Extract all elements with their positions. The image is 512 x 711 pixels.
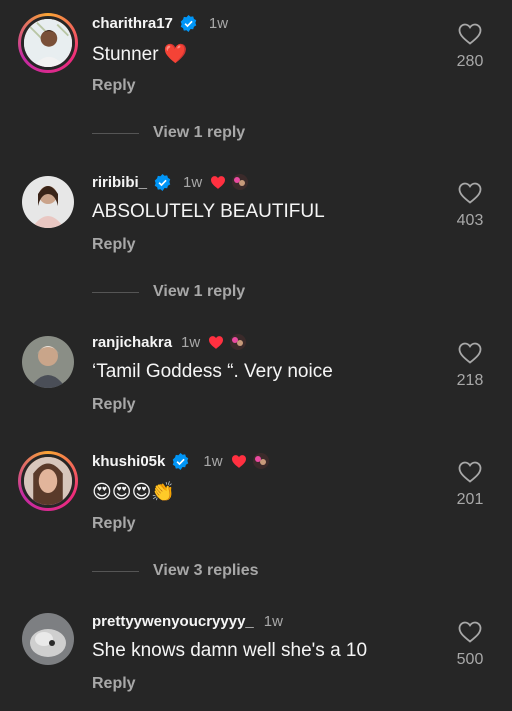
- verified-badge-icon: [173, 452, 189, 470]
- like-count: 403: [456, 212, 484, 229]
- comment-text: ‘Tamil Goddess “. Very noice: [92, 361, 333, 382]
- timestamp: 1w: [208, 14, 229, 32]
- reply-button[interactable]: Reply: [92, 515, 136, 533]
- divider-line: [92, 132, 139, 134]
- creator-avatar-icon: [230, 334, 247, 350]
- heart-outline-icon[interactable]: [458, 182, 482, 204]
- heart-filled-icon: [209, 335, 224, 349]
- username[interactable]: riribibi_: [92, 174, 147, 191]
- view-replies-4[interactable]: View 3 replies: [92, 562, 259, 580]
- avatar-image: [24, 19, 72, 67]
- avatar-ranjichakra[interactable]: [22, 336, 74, 388]
- view-replies-1[interactable]: View 1 reply: [92, 124, 245, 142]
- like-count: 280: [456, 53, 484, 70]
- reply-button[interactable]: Reply: [92, 236, 136, 254]
- like-count: 500: [456, 651, 484, 668]
- comment-text: Stunner ❤️: [92, 44, 188, 65]
- avatar-image: [22, 336, 74, 388]
- heart-filled-icon: [231, 454, 246, 468]
- divider-line: [92, 570, 139, 572]
- avatar-image: [22, 613, 74, 665]
- comment-meta: ranjichakra 1w: [92, 332, 248, 352]
- comment-meta: riribibi_ 1w: [92, 172, 250, 192]
- username[interactable]: charithra17: [92, 15, 173, 32]
- divider-line: [92, 291, 139, 293]
- username[interactable]: prettyywenyoucryyyy_: [92, 613, 254, 630]
- avatar-image: [22, 176, 74, 228]
- reply-button[interactable]: Reply: [92, 77, 136, 95]
- like-button[interactable]: 218: [450, 342, 490, 390]
- like-count: 218: [456, 372, 484, 389]
- heart-outline-icon[interactable]: [458, 621, 482, 643]
- like-count: 201: [456, 491, 484, 508]
- like-button[interactable]: 280: [450, 23, 490, 71]
- comment-text: She knows damn well she's a 10: [92, 640, 368, 661]
- heart-outline-icon[interactable]: [458, 23, 482, 45]
- comment-text: 😍😍😍👏: [92, 481, 176, 503]
- timestamp: 1w: [183, 173, 203, 191]
- comment-meta: khushi05k 1w: [92, 451, 271, 471]
- verified-badge-icon: [180, 14, 197, 32]
- username[interactable]: khushi05k: [92, 453, 165, 470]
- timestamp: 1w: [263, 612, 283, 630]
- avatar-riribibi[interactable]: [22, 176, 74, 228]
- like-button[interactable]: 403: [450, 182, 490, 230]
- avatar-charithra17[interactable]: [18, 13, 78, 73]
- heart-outline-icon[interactable]: [458, 461, 482, 483]
- view-replies-text[interactable]: View 1 reply: [153, 124, 245, 142]
- comment-meta: prettyywenyoucryyyy_ 1w: [92, 611, 283, 631]
- avatar-khushi05k[interactable]: [18, 451, 78, 511]
- heart-outline-icon[interactable]: [458, 342, 482, 364]
- verified-badge-icon: [154, 173, 171, 191]
- avatar-prettyywenyoucryyyy[interactable]: [22, 613, 74, 665]
- comment-meta: charithra17 1w: [92, 13, 228, 33]
- reply-button[interactable]: Reply: [92, 396, 136, 414]
- like-button[interactable]: 500: [450, 621, 490, 669]
- timestamp: 1w: [203, 452, 223, 470]
- creator-avatar-icon: [232, 174, 249, 190]
- view-replies-text[interactable]: View 3 replies: [153, 562, 259, 580]
- timestamp: 1w: [181, 333, 201, 351]
- username[interactable]: ranjichakra: [92, 334, 172, 351]
- heart-filled-icon: [211, 175, 226, 189]
- view-replies-text[interactable]: View 1 reply: [153, 283, 245, 301]
- like-button[interactable]: 201: [450, 461, 490, 509]
- view-replies-2[interactable]: View 1 reply: [92, 283, 245, 301]
- creator-avatar-icon: [252, 453, 269, 469]
- comment-text: ABSOLUTELY BEAUTIFUL: [92, 201, 325, 222]
- reply-button[interactable]: Reply: [92, 675, 136, 693]
- avatar-image: [24, 457, 72, 505]
